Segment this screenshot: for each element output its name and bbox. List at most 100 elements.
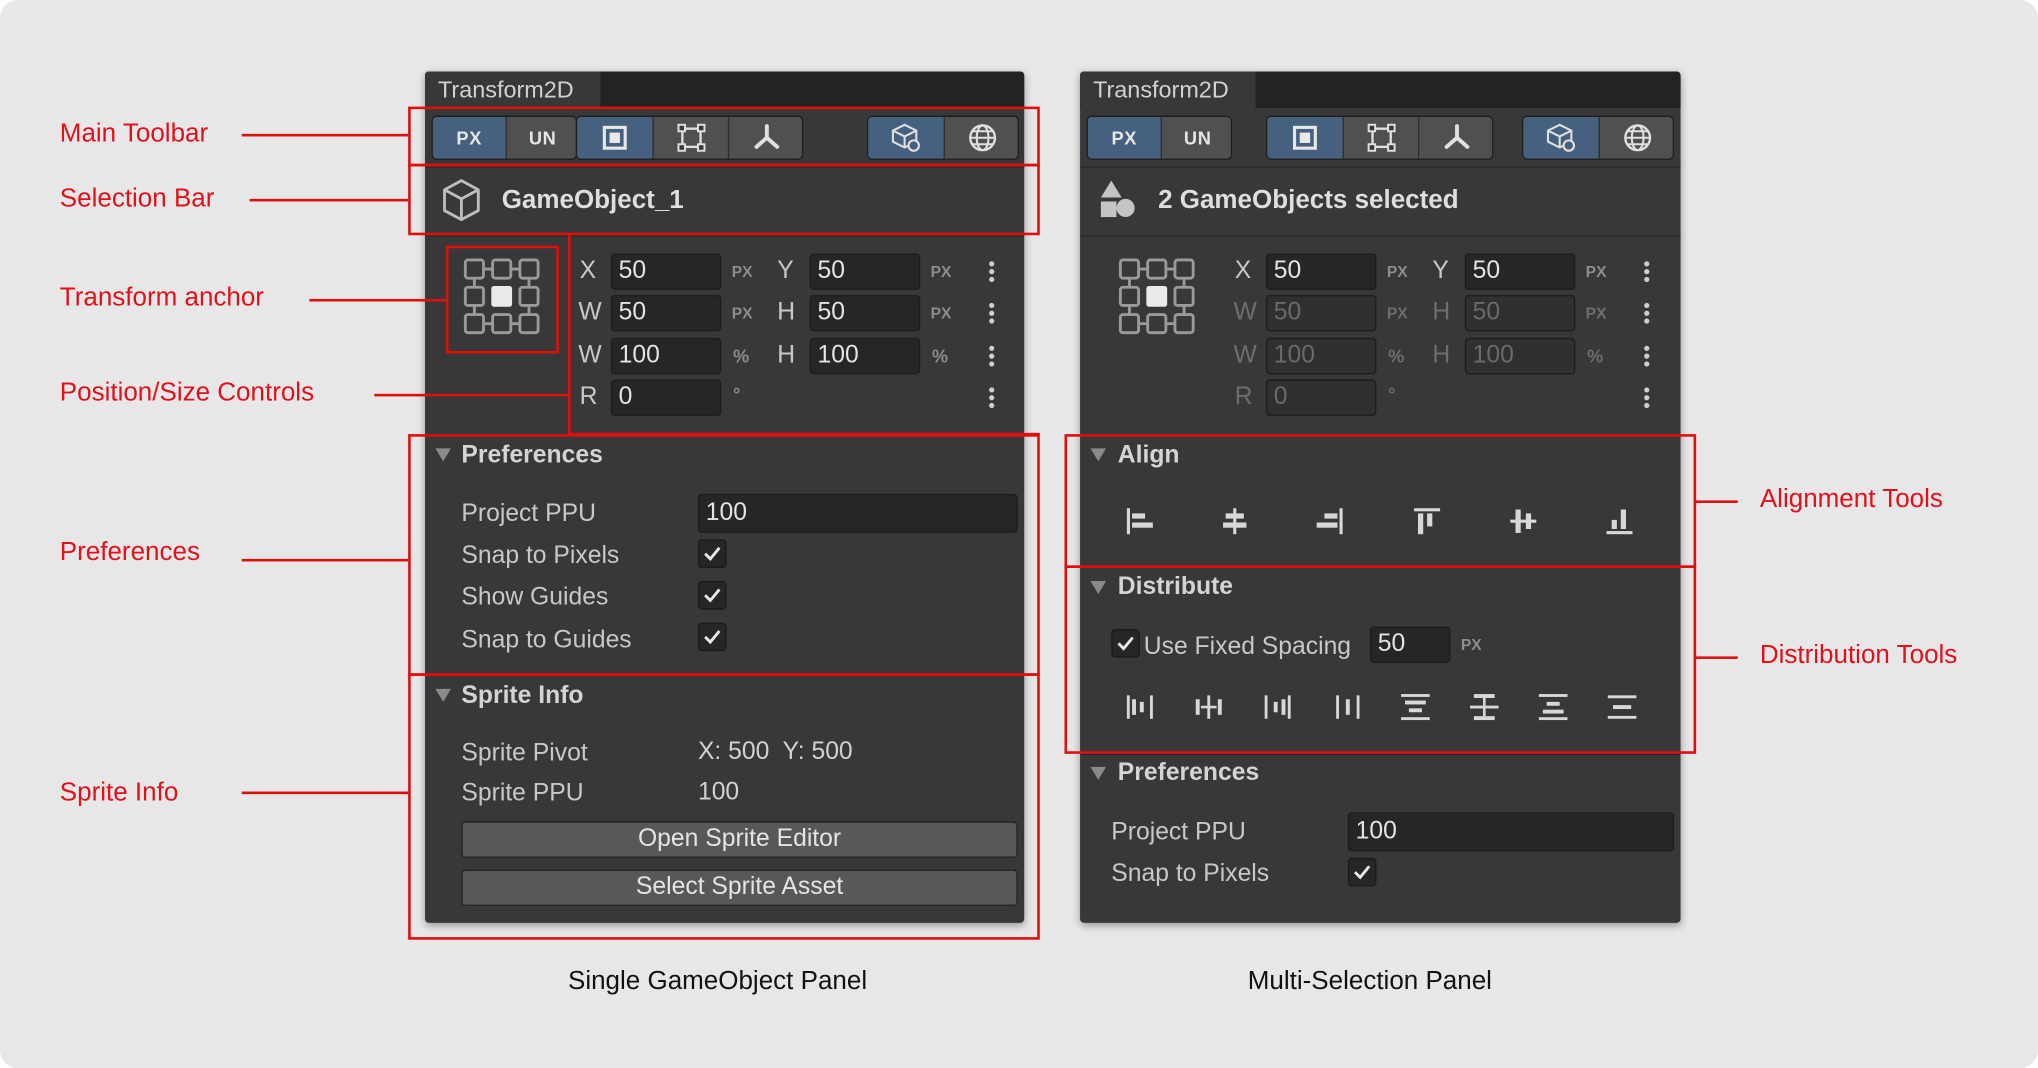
kebab-menu-icon[interactable] <box>1644 261 1650 284</box>
position-controls-bracket <box>567 235 571 435</box>
y-field[interactable]: 50 <box>1464 253 1576 290</box>
snap-pixels-label: Snap to Pixels <box>1111 860 1270 888</box>
r-label: R <box>1234 383 1253 411</box>
w-percent-label: W <box>1233 341 1257 370</box>
alignment-tools-highlight <box>1064 434 1697 568</box>
annotation-position-size: Position/Size Controls <box>59 378 315 407</box>
transform-anchor-highlight <box>445 245 559 354</box>
sprite-info-highlight <box>408 673 1040 940</box>
panel-titlebar: Transform2D <box>1080 71 1681 108</box>
kebab-menu-icon[interactable] <box>1644 345 1650 369</box>
px-unit-button[interactable]: PX <box>1087 116 1161 159</box>
kebab-menu-icon[interactable] <box>989 261 995 284</box>
x-label: X <box>579 257 597 285</box>
divider <box>425 235 1025 237</box>
pivot-icon <box>1444 124 1470 149</box>
annotation-selection-bar: Selection Bar <box>59 184 215 214</box>
h-percent-unit: % <box>1586 345 1604 367</box>
x-label: X <box>1234 257 1252 285</box>
kebab-menu-icon[interactable] <box>1644 387 1650 410</box>
divider <box>1080 753 1681 756</box>
h-percent-field[interactable]: 100 <box>1464 337 1576 375</box>
w-label: W <box>1233 298 1257 327</box>
x-field[interactable]: 50 <box>610 253 722 290</box>
w-percent-field[interactable]: 100 <box>610 337 722 375</box>
globe-icon <box>1624 124 1652 152</box>
project-ppu-field[interactable]: 100 <box>1347 812 1675 852</box>
w-unit: PX <box>1386 304 1408 323</box>
r-label: R <box>579 383 598 411</box>
h-percent-label: H <box>777 341 796 370</box>
main-toolbar-highlight <box>408 106 1040 167</box>
divider <box>1080 235 1681 237</box>
square-icon <box>1292 125 1317 150</box>
w-percent-unit: % <box>1388 345 1405 367</box>
annotation-main-toolbar: Main Toolbar <box>59 119 209 149</box>
world-space-button[interactable] <box>1598 116 1673 159</box>
annotation-sprite-info: Sprite Info <box>59 778 179 808</box>
un-unit-button[interactable]: UN <box>1160 116 1231 159</box>
h-field[interactable]: 50 <box>1464 295 1576 332</box>
w-field[interactable]: 50 <box>610 295 722 332</box>
leader-line <box>1694 500 1738 503</box>
h-unit: PX <box>1585 304 1607 323</box>
leader-line <box>1694 656 1738 659</box>
panel-tab[interactable]: Transform2D <box>425 71 601 108</box>
y-field[interactable]: 50 <box>809 253 921 290</box>
annotation-transform-anchor: Transform anchor <box>59 283 264 312</box>
y-unit: PX <box>930 262 952 281</box>
panel-tab[interactable]: Transform2D <box>1080 71 1256 108</box>
local-space-button[interactable] <box>1523 116 1599 159</box>
h-percent-field[interactable]: 100 <box>809 337 921 375</box>
panel-titlebar: Transform2D <box>425 71 1025 108</box>
divider <box>1080 166 1681 168</box>
leader-line <box>241 558 410 562</box>
caption-single-panel: Single GameObject Panel <box>567 967 868 996</box>
preferences-highlight <box>408 434 1040 676</box>
leader-line <box>241 133 410 137</box>
w-percent-label: W <box>578 341 602 370</box>
collapse-triangle-icon[interactable] <box>1090 766 1107 780</box>
x-unit: PX <box>731 262 753 281</box>
x-field[interactable]: 50 <box>1265 253 1377 290</box>
h-label: H <box>777 298 796 327</box>
x-unit: PX <box>1386 262 1408 281</box>
kebab-menu-icon[interactable] <box>989 345 995 369</box>
h-percent-unit: % <box>931 345 949 367</box>
kebab-menu-icon[interactable] <box>1644 302 1650 326</box>
y-label: Y <box>1432 257 1449 285</box>
diagram-canvas: Transform2D PX UN GameObject_1 X 50 PX Y… <box>0 0 2038 1068</box>
annotation-alignment-tools: Alignment Tools <box>1759 484 1943 514</box>
rotation-field[interactable]: 0 <box>1265 379 1377 416</box>
space-toggle-group <box>1521 115 1675 160</box>
preferences-header[interactable]: Preferences <box>1118 759 1259 788</box>
leader-line <box>241 791 410 795</box>
rotation-field[interactable]: 0 <box>610 379 722 416</box>
anchor-grid-icon[interactable] <box>1118 257 1196 335</box>
selection-text: 2 GameObjects selected <box>1158 185 1459 215</box>
bounds-tool-button[interactable] <box>1342 116 1418 159</box>
h-percent-label: H <box>1432 341 1451 370</box>
snap-pixels-checkbox[interactable] <box>1347 857 1377 887</box>
distribution-tools-highlight <box>1064 565 1697 754</box>
y-unit: PX <box>1585 262 1607 281</box>
y-label: Y <box>777 257 794 285</box>
annotation-preferences: Preferences <box>59 538 200 567</box>
h-label: H <box>1432 298 1451 327</box>
pivot-tool-button[interactable] <box>1418 116 1492 159</box>
kebab-menu-icon[interactable] <box>989 302 995 326</box>
w-percent-unit: % <box>733 345 750 367</box>
w-label: W <box>578 298 602 327</box>
unit-toggle-group: PX UN <box>1086 115 1233 160</box>
bounds-icon <box>1367 123 1395 152</box>
rect-tool-button[interactable] <box>1267 116 1343 159</box>
rotation-unit: ° <box>733 383 741 405</box>
kebab-menu-icon[interactable] <box>989 387 995 410</box>
leader-line <box>249 198 410 202</box>
w-field[interactable]: 50 <box>1265 295 1377 332</box>
leader-line <box>374 393 570 397</box>
shapes-icon <box>1100 180 1135 218</box>
w-percent-field[interactable]: 100 <box>1265 337 1377 375</box>
caption-multi-panel: Multi-Selection Panel <box>1247 967 1492 996</box>
h-field[interactable]: 50 <box>809 295 921 332</box>
